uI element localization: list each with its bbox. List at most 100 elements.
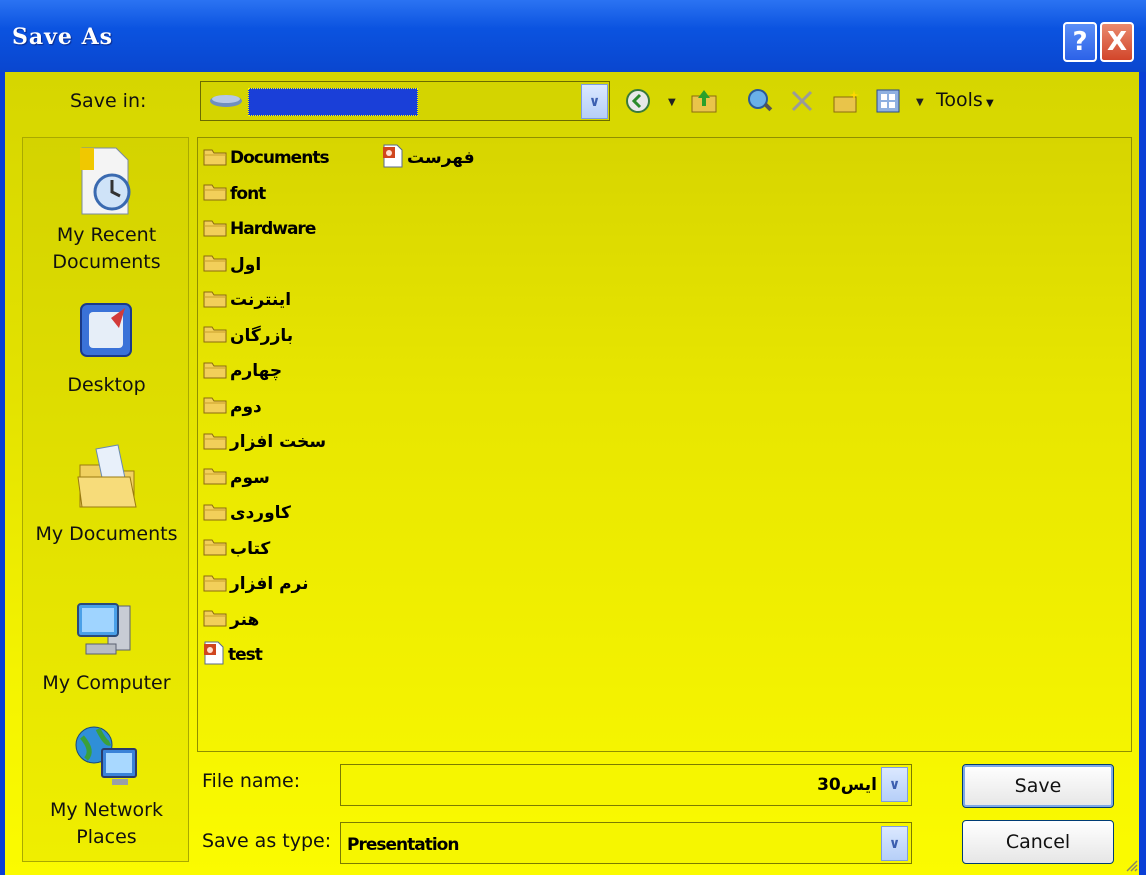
item-name: نرم افزار: [230, 574, 309, 594]
folder-item[interactable]: اینترنت: [203, 286, 292, 314]
drive-icon: [210, 95, 242, 107]
chevron-down-icon: ∨: [888, 776, 901, 793]
dialog-title: Save As: [12, 24, 114, 50]
tools-menu-label: Tools: [936, 89, 983, 111]
folder-item[interactable]: نرم افزار: [203, 570, 309, 598]
item-name: اول: [230, 254, 262, 275]
views-dropdown-icon[interactable]: ▼: [916, 97, 924, 108]
back-dropdown-icon[interactable]: ▼: [668, 97, 676, 108]
new-folder-button[interactable]: [830, 84, 862, 118]
place-label: My Network: [49, 799, 163, 821]
folder-item[interactable]: اول: [203, 251, 262, 279]
folder-icon: [203, 359, 227, 384]
place-my-recent-documents[interactable]: My Recent Documents: [23, 144, 190, 276]
tools-dropdown-icon: ▼: [982, 98, 994, 109]
folder-icon: [203, 252, 227, 277]
tools-menu[interactable]: Tools ▼: [936, 89, 994, 111]
folder-icon: [203, 536, 227, 561]
close-icon: X: [1106, 27, 1128, 57]
place-my-computer[interactable]: My Computer: [23, 596, 190, 697]
folder-item[interactable]: Documents: [203, 144, 330, 172]
save-in-dropdown-button[interactable]: ∨: [581, 84, 608, 119]
place-my-network-places[interactable]: My Network Places: [23, 723, 190, 851]
file-item[interactable]: test: [203, 641, 263, 670]
cancel-button[interactable]: Cancel: [962, 820, 1114, 864]
title-bar[interactable]: Save As ? X: [0, 0, 1146, 72]
item-name: test: [228, 645, 263, 665]
place-label: Desktop: [67, 374, 146, 396]
save-in-label: Save in:: [70, 90, 147, 112]
folder-item[interactable]: چهارم: [203, 357, 283, 385]
resize-grip-icon[interactable]: [1124, 858, 1138, 872]
folder-icon: [203, 394, 227, 419]
close-button[interactable]: X: [1100, 22, 1134, 62]
save-as-type-dropdown-button[interactable]: ∨: [881, 826, 908, 861]
folder-item[interactable]: سخت افزار: [203, 428, 327, 456]
place-label: My Documents: [35, 523, 178, 545]
place-my-documents[interactable]: My Documents: [23, 443, 190, 548]
item-name: کاوردی: [230, 503, 292, 523]
place-label: My Recent: [56, 224, 157, 246]
chevron-down-icon: ∨: [588, 93, 601, 110]
search-web-button[interactable]: [744, 84, 776, 118]
place-label: Documents: [52, 251, 161, 273]
presentation-icon: [203, 641, 225, 670]
up-folder-button[interactable]: [688, 84, 720, 118]
delete-button[interactable]: [786, 84, 818, 118]
folder-item[interactable]: هنر: [203, 606, 260, 634]
item-name: اینترنت: [230, 290, 292, 310]
item-name: font: [230, 183, 266, 204]
folder-item[interactable]: کاوردی: [203, 499, 292, 527]
views-button[interactable]: [872, 84, 904, 118]
folder-icon: [203, 572, 227, 597]
file-name-dropdown-button[interactable]: ∨: [881, 767, 908, 802]
item-name: Documents: [230, 148, 330, 168]
help-button[interactable]: ?: [1063, 22, 1097, 62]
back-button[interactable]: [622, 84, 654, 118]
place-desktop[interactable]: Desktop: [23, 298, 190, 399]
folder-item[interactable]: سوم: [203, 464, 271, 492]
folder-icon: [203, 217, 227, 242]
folder-item[interactable]: بازرگان: [203, 322, 294, 350]
item-name: هنر: [230, 609, 260, 630]
file-list[interactable]: [197, 137, 1132, 752]
item-name: بازرگان: [230, 325, 294, 346]
folder-item[interactable]: font: [203, 180, 266, 208]
file-name-label: File name:: [202, 770, 301, 792]
up-folder-icon: [691, 90, 717, 113]
file-name-value: 30ایس: [817, 775, 878, 795]
views-icon: [876, 89, 900, 113]
save-button[interactable]: Save: [962, 764, 1114, 808]
network-places-icon: [75, 726, 137, 785]
presentation-icon: [382, 144, 404, 173]
item-name: دوم: [230, 396, 263, 417]
item-name: سخت افزار: [230, 432, 327, 452]
save-button-label: Save: [1014, 775, 1062, 797]
folder-icon: [203, 323, 227, 348]
file-name-input[interactable]: 30ایس: [340, 764, 912, 806]
folder-icon: [203, 181, 227, 206]
folder-icon: [203, 465, 227, 490]
item-name: کتاب: [230, 538, 271, 559]
back-icon: [626, 89, 650, 113]
place-label: My Computer: [42, 672, 171, 694]
cancel-button-label: Cancel: [1005, 831, 1071, 853]
my-documents-icon: [76, 444, 137, 508]
save-as-type-select[interactable]: Presentation: [340, 822, 912, 864]
folder-icon: [203, 146, 227, 171]
folder-item[interactable]: Hardware: [203, 215, 316, 243]
save-in-selection[interactable]: [248, 88, 418, 116]
chevron-down-icon: ∨: [888, 835, 901, 852]
recent-documents-icon: [79, 147, 130, 215]
save-as-type-label: Save as type:: [202, 830, 332, 852]
new-folder-icon: [833, 90, 859, 113]
folder-icon: [203, 501, 227, 526]
my-computer-icon: [76, 603, 130, 655]
save-as-dialog: Save As ? X Save in: ∨ ▼ ▼ Tools ▼ My Re…: [0, 0, 1146, 875]
folder-icon: [203, 288, 227, 313]
place-label: Places: [76, 826, 137, 848]
folder-item[interactable]: دوم: [203, 393, 263, 421]
item-name: Hardware: [230, 219, 316, 239]
folder-item[interactable]: کتاب: [203, 535, 271, 563]
file-item[interactable]: فهرست: [382, 144, 476, 173]
